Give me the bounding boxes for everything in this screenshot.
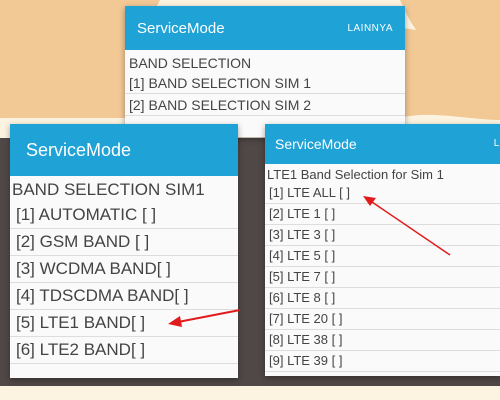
menu-item-lte-7[interactable]: [5] LTE 7 [ ] (265, 267, 500, 288)
menu-item-sim2[interactable]: [2] BAND SELECTION SIM 2 (125, 94, 405, 116)
app-title: ServiceMode (26, 139, 132, 160)
menu-item-lte-3[interactable]: [3] LTE 3 [ ] (265, 225, 500, 246)
app-title: ServiceMode (137, 19, 225, 37)
section-header: BAND SELECTION SIM1 (12, 180, 205, 199)
band-selection-panel: ServiceMode LAINNYA BAND SELECTION [1] B… (125, 6, 405, 137)
more-menu-button[interactable]: LA (494, 138, 500, 149)
lte1-band-selection-panel: ServiceMode LA LTE1 Band Selection for S… (265, 124, 500, 376)
app-title: ServiceMode (275, 136, 357, 152)
section-header: LTE1 Band Selection for Sim 1 (267, 167, 444, 182)
app-bar: ServiceMode LAINNYA (125, 6, 405, 50)
menu-item-lte-38[interactable]: [8] LTE 38 [ ] (265, 330, 500, 351)
more-menu-button[interactable]: LAINNYA (347, 23, 393, 34)
menu-item-lte1-band[interactable]: [5] LTE1 BAND[ ] (10, 310, 238, 337)
app-bar: ServiceMode LA (265, 124, 500, 164)
menu-item-lte2-band[interactable]: [6] LTE2 BAND[ ] (10, 337, 238, 364)
menu-item-automatic[interactable]: [1] AUTOMATIC [ ] (10, 202, 238, 229)
menu-item-lte-all[interactable]: [1] LTE ALL [ ] (265, 183, 500, 204)
menu-item-lte-39[interactable]: [9] LTE 39 [ ] (265, 351, 500, 372)
app-bar: ServiceMode (10, 124, 238, 176)
menu-item-sim1[interactable]: [1] BAND SELECTION SIM 1 (125, 72, 405, 94)
menu-item-lte-5[interactable]: [4] LTE 5 [ ] (265, 246, 500, 267)
menu-item-lte-8[interactable]: [6] LTE 8 [ ] (265, 288, 500, 309)
menu-item-wcdma-band[interactable]: [3] WCDMA BAND[ ] (10, 256, 238, 283)
band-selection-sim1-panel: ServiceMode BAND SELECTION SIM1 [1] AUTO… (10, 124, 238, 378)
menu-item-lte-20[interactable]: [7] LTE 20 [ ] (265, 309, 500, 330)
section-header: BAND SELECTION (129, 55, 252, 71)
menu-item-gsm-band[interactable]: [2] GSM BAND [ ] (10, 229, 238, 256)
menu-item-tdscdma-band[interactable]: [4] TDSCDMA BAND[ ] (10, 283, 238, 310)
menu-item-lte-1[interactable]: [2] LTE 1 [ ] (265, 204, 500, 225)
